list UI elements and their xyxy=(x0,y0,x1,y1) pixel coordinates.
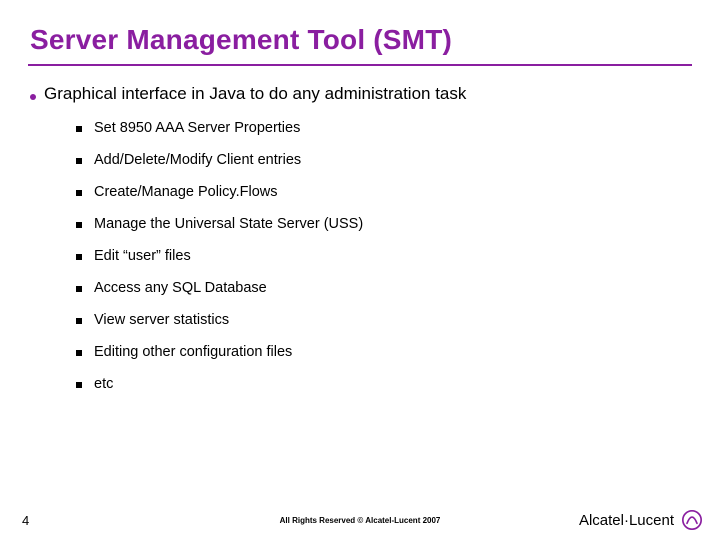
subpoint-text: Set 8950 AAA Server Properties xyxy=(94,120,300,136)
list-item: Access any SQL Database xyxy=(76,280,692,296)
square-bullet-icon xyxy=(76,254,82,260)
subpoint-text: Create/Manage Policy.Flows xyxy=(94,184,277,200)
list-item: Set 8950 AAA Server Properties xyxy=(76,120,692,136)
subpoint-text: etc xyxy=(94,376,113,392)
subpoint-text: Manage the Universal State Server (USS) xyxy=(94,216,363,232)
copyright-text: All Rights Reserved © Alcatel-Lucent 200… xyxy=(280,516,441,525)
slide-title: Server Management Tool (SMT) xyxy=(28,24,692,62)
list-item: Manage the Universal State Server (USS) xyxy=(76,216,692,232)
subpoint-text: Access any SQL Database xyxy=(94,280,267,296)
intro-text: Graphical interface in Java to do any ad… xyxy=(44,84,466,104)
title-underline xyxy=(28,64,692,66)
square-bullet-icon xyxy=(76,382,82,388)
brand: Alcatel·Lucent xyxy=(579,510,702,530)
brand-logo-icon xyxy=(682,510,702,530)
subpoint-text: Edit “user” files xyxy=(94,248,191,264)
intro-bullet-row: Graphical interface in Java to do any ad… xyxy=(30,84,692,104)
square-bullet-icon xyxy=(76,318,82,324)
slide: Server Management Tool (SMT) Graphical i… xyxy=(0,0,720,540)
subpoint-text: View server statistics xyxy=(94,312,229,328)
list-item: etc xyxy=(76,376,692,392)
list-item: View server statistics xyxy=(76,312,692,328)
circle-bullet-icon xyxy=(30,94,36,100)
square-bullet-icon xyxy=(76,350,82,356)
list-item: Editing other configuration files xyxy=(76,344,692,360)
square-bullet-icon xyxy=(76,158,82,164)
list-item: Create/Manage Policy.Flows xyxy=(76,184,692,200)
list-item: Edit “user” files xyxy=(76,248,692,264)
brand-text: Alcatel·Lucent xyxy=(579,512,674,529)
square-bullet-icon xyxy=(76,222,82,228)
sub-bullet-list: Set 8950 AAA Server Properties Add/Delet… xyxy=(76,120,692,392)
subpoint-text: Editing other configuration files xyxy=(94,344,292,360)
slide-footer: 4 All Rights Reserved © Alcatel-Lucent 2… xyxy=(0,510,720,530)
square-bullet-icon xyxy=(76,286,82,292)
square-bullet-icon xyxy=(76,126,82,132)
page-number: 4 xyxy=(22,513,29,528)
subpoint-text: Add/Delete/Modify Client entries xyxy=(94,152,301,168)
square-bullet-icon xyxy=(76,190,82,196)
list-item: Add/Delete/Modify Client entries xyxy=(76,152,692,168)
